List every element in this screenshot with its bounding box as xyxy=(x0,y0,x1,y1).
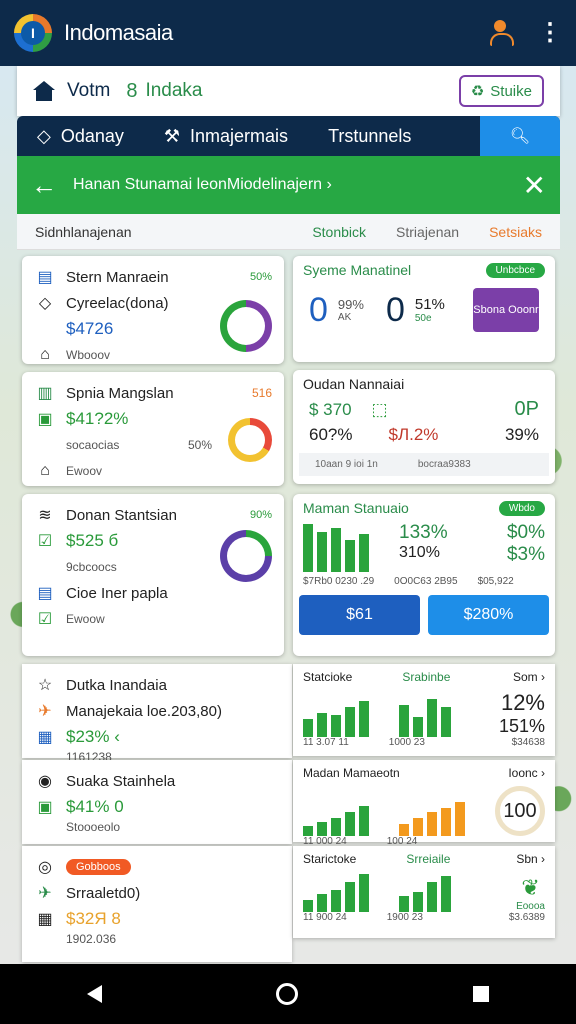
left-card-5[interactable]: ◉ Suaka Stainhela ▣ $41% 0 Stoooeolo xyxy=(22,760,292,844)
doc-icon: ▣ xyxy=(37,411,53,428)
back-arrow-icon[interactable]: ← xyxy=(31,170,57,201)
back-icon[interactable] xyxy=(87,985,103,1003)
bar-chart xyxy=(303,697,369,737)
donut-chart xyxy=(220,300,272,352)
bulb-icon: ◉ xyxy=(38,773,52,790)
donut-chart xyxy=(228,418,272,462)
nav-item-inmajermais[interactable]: ⚒ Inmajermais xyxy=(144,126,308,147)
recents-icon[interactable] xyxy=(472,986,489,1002)
plane-icon: ✈ xyxy=(38,703,52,720)
system-nav-bar xyxy=(0,964,576,1024)
right-card-1[interactable]: Syeme Manatinel Unbcbce 0 99% AK 0 51% 50e … xyxy=(293,256,555,362)
globe-icon: ◎ xyxy=(38,859,52,876)
leaf-icon: ❦ xyxy=(521,875,540,900)
banner-title[interactable]: Hanan Stunamai leonMiodelinajern › xyxy=(73,176,332,194)
sbona-button[interactable]: Sbona Ooonr xyxy=(473,288,539,332)
app-top-bar: I Indomasaia ⋮ xyxy=(0,0,576,66)
home-icon: ⌂ xyxy=(40,462,50,479)
right-card-4[interactable]: Statcioke Srabinbe Som › 12% 151% 11 3.07 1… xyxy=(293,664,555,756)
building-icon: ▦ xyxy=(37,729,53,746)
diamond-icon: ◇ xyxy=(38,295,52,312)
header-row: Votm 8 Indaka ♻ Stuike xyxy=(17,66,560,116)
home-icon: ⌂ xyxy=(40,346,50,363)
bars-icon: ▥ xyxy=(37,385,53,402)
check-icon: ☑ xyxy=(37,611,53,628)
chart-icon: ▤ xyxy=(37,269,53,286)
left-card-1[interactable]: ▤ Stern Manraein 50% ◇ Cyreelac(dona) $4726… xyxy=(22,256,284,364)
home-label: Votm xyxy=(67,80,111,101)
box-icon: ⬚ xyxy=(371,399,388,419)
star-icon: ☆ xyxy=(37,677,53,694)
more-menu-icon[interactable]: ⋮ xyxy=(538,21,562,45)
doc-icon: ▣ xyxy=(37,799,53,816)
search-button[interactable]: 🔍︎ xyxy=(480,116,560,156)
user-icon[interactable] xyxy=(488,20,514,46)
app-title: Indomasaia xyxy=(64,20,173,45)
bar-chart xyxy=(303,522,369,572)
app-logo: I xyxy=(14,14,52,52)
bar-chart xyxy=(303,872,369,912)
nav-item-odanay[interactable]: ◇ Odanay xyxy=(17,126,144,147)
donut-chart xyxy=(220,530,272,582)
header-name: Indaka xyxy=(145,80,203,101)
button-61[interactable]: $61 xyxy=(299,595,420,635)
subtab-0[interactable]: Sidnhlanajenan xyxy=(35,224,132,240)
home-icon[interactable] xyxy=(33,81,55,101)
banner: ← Hanan Stunamai leonMiodelinajern › ✕ xyxy=(17,156,560,214)
subtab-3[interactable]: Setsiaks xyxy=(489,224,542,240)
tools-icon: ⚒ xyxy=(163,125,181,146)
nav-item-trstunnels[interactable]: Trstunnels xyxy=(308,126,431,147)
bar-chart xyxy=(303,800,369,836)
right-card-3[interactable]: Maman Stanuaio Wbdo 133% 310% $0% $3% $7R… xyxy=(293,494,555,656)
plane-icon: ✈ xyxy=(38,885,52,902)
button-280[interactable]: $280% xyxy=(428,595,549,635)
subtab-1[interactable]: Stonbick xyxy=(312,224,366,240)
stuike-button[interactable]: ♻ Stuike xyxy=(458,75,544,107)
right-card-5[interactable]: Madan Mamaeotn Ioonc › 100 11 000 24 100 2… xyxy=(293,760,555,847)
left-card-4[interactable]: ☆ Dutka Inandaia ✈ Manajekaia loe.203,80) … xyxy=(22,664,292,764)
sub-tabs: Sidnhlanajenan Stonbick Striajenan Setsi… xyxy=(17,214,560,250)
main-nav: ◇ Odanay ⚒ Inmajermais Trstunnels 🔍︎ xyxy=(17,116,560,156)
left-card-2[interactable]: ▥ Spnia Mangslan 516 ▣ $41?2% socaocias 50% … xyxy=(22,372,284,486)
recycle-icon: ♻ xyxy=(470,83,485,100)
subtab-2[interactable]: Striajenan xyxy=(396,224,459,240)
bar-chart xyxy=(399,800,465,836)
close-icon[interactable]: ✕ xyxy=(523,169,546,202)
check-icon: ☑ xyxy=(37,533,53,550)
diamond-icon: ◇ xyxy=(37,125,51,146)
file-icon: ▤ xyxy=(37,585,53,602)
left-card-6[interactable]: ◎ Gobboos ✈ Srraaletd0) ▦ $32Я 8 1902.036 xyxy=(22,846,292,962)
header-number: 8 xyxy=(126,79,138,102)
bar-chart xyxy=(399,697,451,737)
badge: Gobboos xyxy=(66,859,131,875)
right-card-2[interactable]: Oudan Nannaiai $ 370 ⬚ 0P 60?% $Л.2% 39%… xyxy=(293,370,555,484)
building-icon: ▦ xyxy=(37,911,53,928)
score-badge: 100 xyxy=(495,786,545,836)
home-button-icon[interactable] xyxy=(276,983,299,1005)
bar-chart xyxy=(399,872,451,912)
right-card-6[interactable]: Starictoke Srreiaile Sbn › ❦ Eoooa 11 900 … xyxy=(293,846,555,938)
left-card-3[interactable]: ≋ Donan Stantsian 90% ☑ $525 б 9cbcoocs ▤ Ci… xyxy=(22,494,284,656)
search-icon: 🔍︎ xyxy=(509,128,531,145)
wifi-icon: ≋ xyxy=(38,507,52,524)
